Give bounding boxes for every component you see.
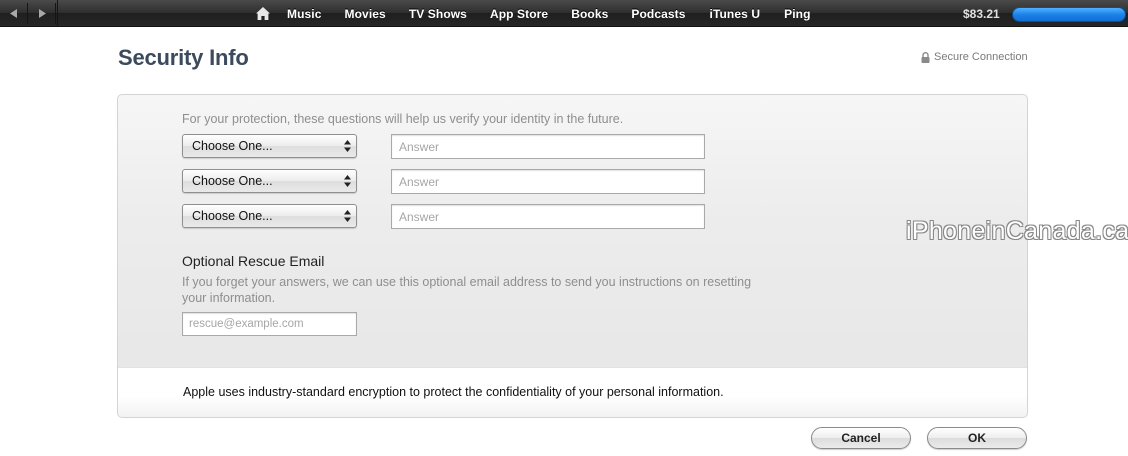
cancel-button[interactable]: Cancel	[811, 427, 911, 449]
home-icon[interactable]	[255, 6, 271, 21]
nav-link-podcasts[interactable]: Podcasts	[631, 7, 685, 21]
security-question-select-2[interactable]: Choose One...	[182, 169, 357, 193]
panel-footer: Apple uses industry-standard encryption …	[118, 367, 1027, 417]
nav-divider	[57, 0, 58, 27]
ok-button[interactable]: OK	[927, 427, 1027, 449]
nav-link-music[interactable]: Music	[287, 7, 322, 21]
chevron-right-icon	[38, 9, 46, 18]
forward-button[interactable]	[28, 3, 56, 24]
security-answer-input-1[interactable]	[391, 134, 705, 159]
store-nav: Music Movies TV Shows App Store Books Po…	[287, 0, 811, 27]
nav-link-app-store[interactable]: App Store	[490, 7, 548, 21]
secure-connection-indicator: Secure Connection	[921, 51, 1028, 63]
nav-link-tv-shows[interactable]: TV Shows	[409, 7, 467, 21]
account-button[interactable]	[1012, 7, 1126, 22]
watermark-text: iPhoneinCanada.ca	[906, 217, 1128, 245]
rescue-email-heading: Optional Rescue Email	[182, 253, 325, 269]
updown-arrows-icon	[344, 175, 351, 187]
nav-link-movies[interactable]: Movies	[345, 7, 386, 21]
account-balance: $83.21	[963, 7, 1000, 21]
rescue-email-description: If you forget your answers, we can use t…	[182, 275, 752, 305]
security-panel: For your protection, these questions wil…	[117, 94, 1028, 418]
encryption-note: Apple uses industry-standard encryption …	[183, 385, 724, 399]
security-question-select-1[interactable]: Choose One...	[182, 134, 357, 158]
updown-arrows-icon	[344, 140, 351, 152]
lock-icon	[921, 51, 930, 63]
back-button[interactable]	[0, 3, 28, 24]
chevron-left-icon	[9, 9, 17, 18]
security-answer-input-2[interactable]	[391, 169, 705, 194]
page-title: Security Info	[118, 45, 249, 70]
nav-link-books[interactable]: Books	[571, 7, 608, 21]
secure-connection-label: Secure Connection	[934, 51, 1028, 63]
nav-link-itunes-u[interactable]: iTunes U	[710, 7, 761, 21]
select-value: Choose One...	[192, 209, 273, 223]
security-question-select-3[interactable]: Choose One...	[182, 204, 357, 228]
updown-arrows-icon	[344, 210, 351, 222]
select-value: Choose One...	[192, 139, 273, 153]
security-intro-text: For your protection, these questions wil…	[182, 112, 624, 126]
top-nav-bar: Music Movies TV Shows App Store Books Po…	[0, 0, 1128, 27]
nav-link-ping[interactable]: Ping	[784, 7, 810, 21]
rescue-email-input[interactable]	[182, 312, 357, 336]
history-buttons	[0, 3, 58, 24]
select-value: Choose One...	[192, 174, 273, 188]
security-answer-input-3[interactable]	[391, 204, 705, 229]
